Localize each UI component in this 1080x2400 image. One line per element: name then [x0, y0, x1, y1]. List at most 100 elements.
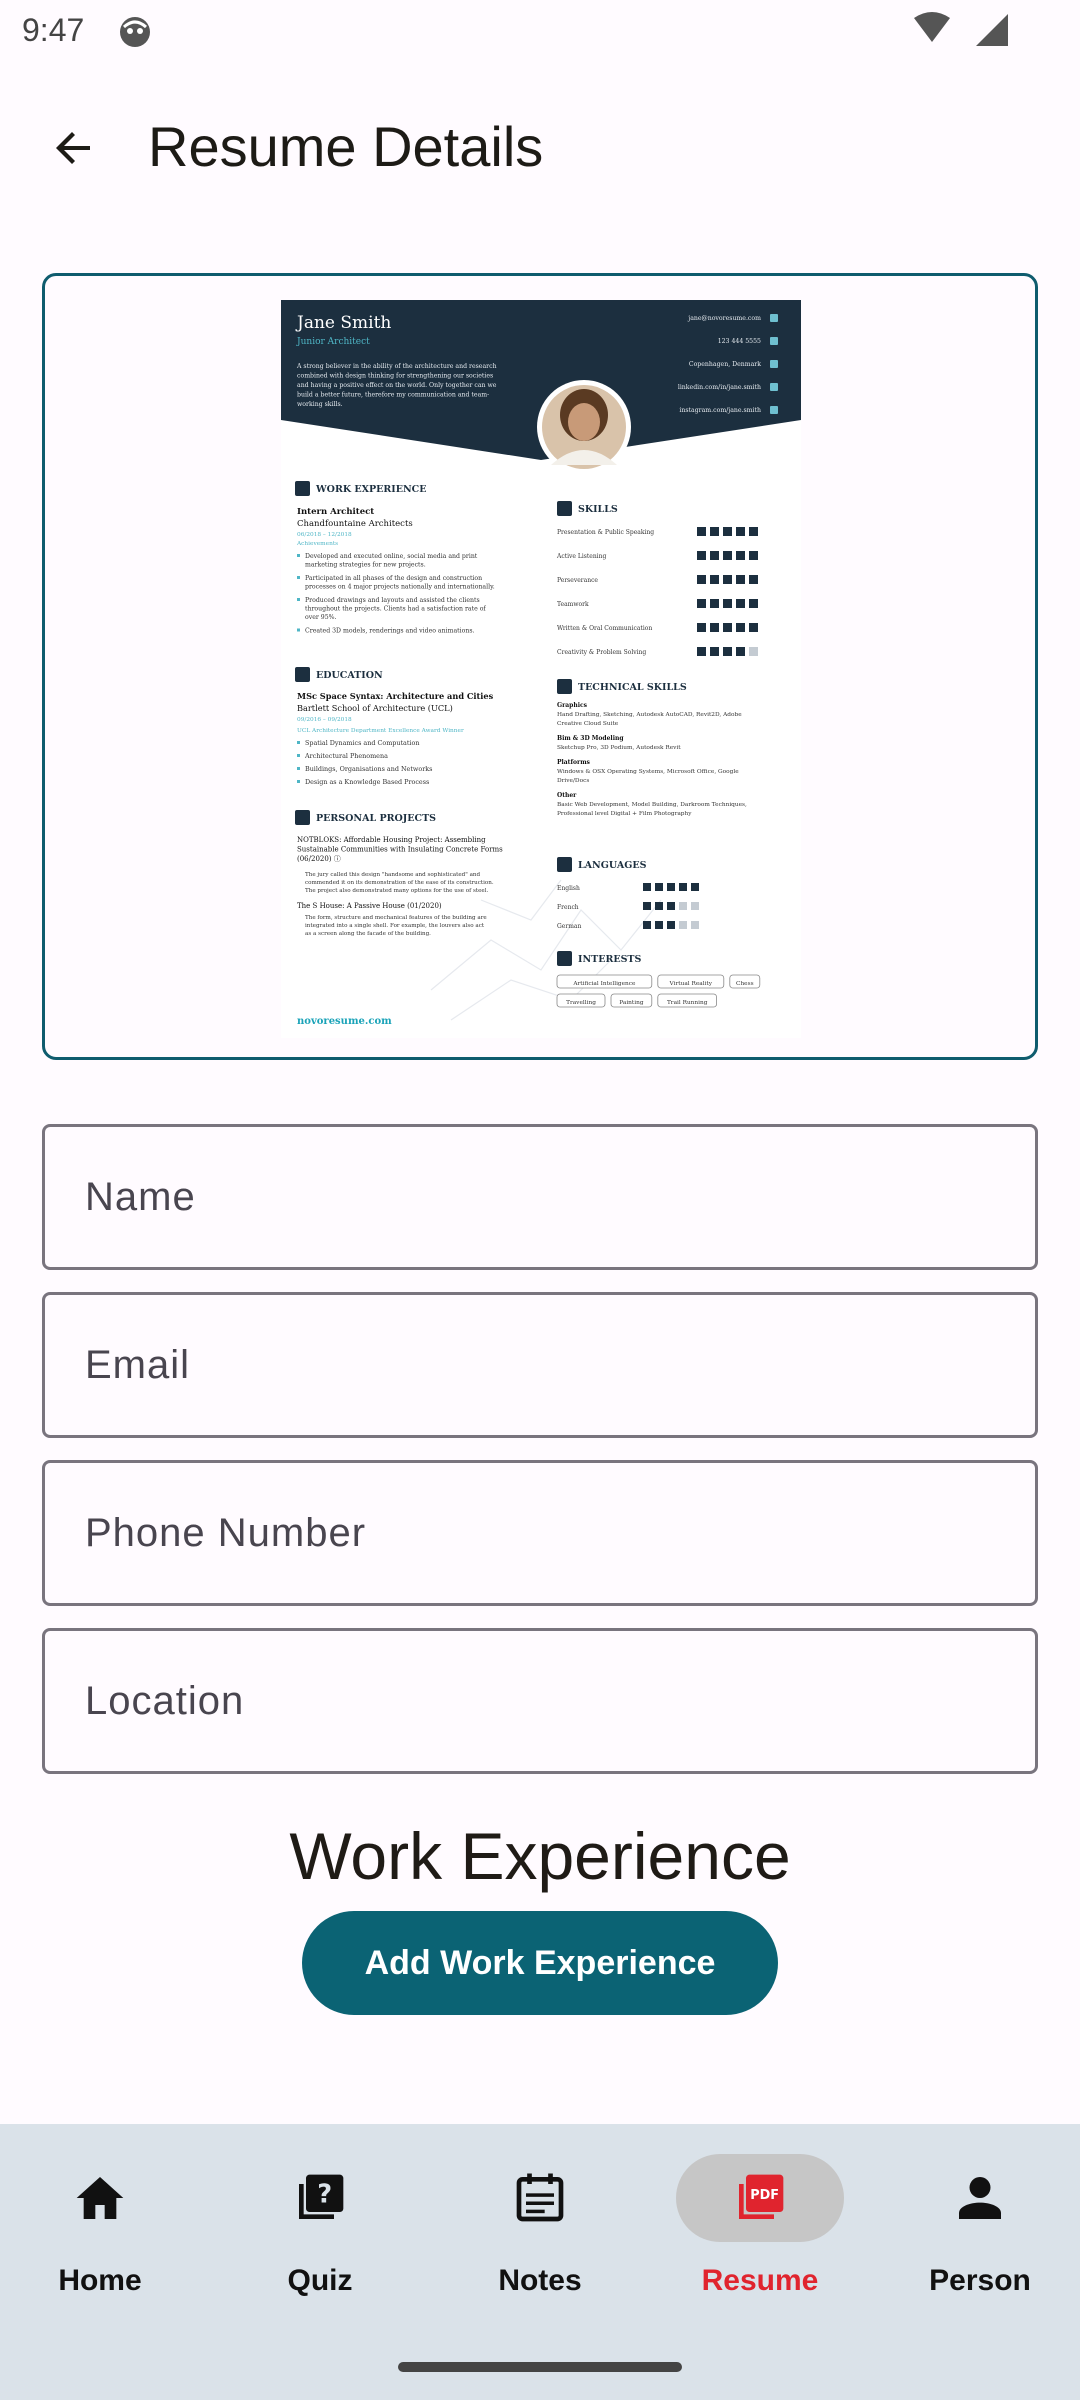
bullet — [297, 741, 300, 744]
skill-dot — [749, 599, 758, 608]
nav-item-person[interactable]: Person — [880, 2154, 1080, 2334]
resume-role: Junior Architect — [296, 337, 370, 347]
skill-dot — [710, 623, 719, 632]
resume-edu-bullet: Spatial Dynamics and Computation — [305, 739, 419, 747]
resume-tech-title: Graphics — [557, 702, 588, 709]
bullet — [297, 598, 300, 601]
resume-language-name: English — [557, 885, 580, 892]
person-icon — [959, 2177, 1001, 2219]
resume-tech-line: Windows & OSX Operating Systems, Microso… — [557, 769, 739, 775]
language-dot — [691, 902, 699, 910]
nav-item-quiz[interactable]: ? Quiz — [220, 2154, 420, 2334]
resume-edu-dates: 09/2016 – 09/2018 — [297, 717, 352, 723]
contact-icon — [770, 360, 778, 368]
skill-dot — [749, 575, 758, 584]
resume-work-bullet: Participated in all phases of the design… — [305, 575, 482, 582]
active-indicator: PDF — [676, 2154, 844, 2242]
phone-field[interactable] — [42, 1460, 1038, 1606]
resume-interest: Virtual Reality — [669, 981, 713, 987]
resume-work-bullet: Produced drawings and layouts and assist… — [305, 597, 480, 604]
svg-text:PDF: PDF — [750, 2188, 779, 2203]
nav-label-person: Person — [929, 2264, 1031, 2297]
resume-interest: Trail Running — [667, 1000, 708, 1006]
bullet — [297, 767, 300, 770]
resume-education-heading-icon — [295, 667, 310, 682]
resume-contact: instagram.com/jane.smith — [679, 407, 761, 414]
resume-tech-title: Platforms — [557, 759, 591, 766]
nav-item-notes[interactable]: Notes — [440, 2154, 640, 2334]
resume-work-sub: Achievements — [296, 541, 338, 547]
skill-dot — [736, 599, 745, 608]
resume-projects-heading-icon — [295, 810, 310, 825]
resume-edu-bullet: Buildings, Organisations and Networks — [305, 765, 432, 773]
skill-dot — [749, 551, 758, 560]
resume-tech-line: Hand Drafting, Sketching, Autodesk AutoC… — [557, 712, 742, 718]
resume-skill-name: Active Listening — [556, 553, 606, 560]
resume-interests-heading: INTERESTS — [578, 954, 642, 965]
skill-dot — [723, 599, 732, 608]
add-work-experience-button[interactable]: Add Work Experience — [302, 1911, 778, 2015]
skill-dot — [697, 551, 706, 560]
status-time: 9:47 — [22, 12, 85, 48]
skill-dot — [710, 599, 719, 608]
resume-template-preview: Jane Smith Junior Architect A strong belie… — [281, 300, 801, 1038]
location-input[interactable] — [45, 1631, 1035, 1771]
resume-brand: novoresume.com — [297, 1016, 392, 1027]
language-dot — [691, 883, 699, 891]
bullet — [297, 628, 300, 632]
resume-summary-line: combined with design thinking for streng… — [297, 373, 493, 380]
resume-language-name: French — [557, 904, 579, 911]
skill-dot — [723, 551, 732, 560]
signal-icons — [914, 12, 1008, 46]
resume-summary-line: A strong believer in the ability of the … — [296, 363, 497, 370]
resume-project-desc: as a screen along the facade of the buil… — [305, 931, 431, 937]
nav-item-resume[interactable]: PDF Resume — [660, 2154, 860, 2334]
skill-dot — [697, 623, 706, 632]
language-dot — [691, 921, 699, 929]
skill-dot — [736, 647, 745, 656]
resume-contact: 123 444 5555 — [718, 338, 761, 345]
resume-project-desc: The form, structure and mechanical featu… — [305, 915, 487, 921]
resume-edu-note: UCL Architecture Department Excellence A… — [297, 728, 464, 734]
resume-tech-line: Creative Cloud Suite — [557, 721, 619, 727]
resume-tech-line: Professional level Digital + Film Photog… — [557, 811, 692, 817]
resume-interest: Travelling — [566, 1000, 596, 1006]
home-icon — [76, 2177, 124, 2219]
skill-dot — [710, 551, 719, 560]
contact-icon — [770, 314, 778, 322]
skill-dot — [749, 527, 758, 536]
skill-dot — [736, 623, 745, 632]
location-field[interactable] — [42, 1628, 1038, 1774]
contact-icon — [770, 337, 778, 345]
language-dot — [667, 902, 675, 910]
resume-work-bullet: throughout the projects. Clients had a s… — [305, 606, 486, 613]
language-dot — [643, 883, 651, 891]
resume-summary-line: and having a positive effect on the worl… — [297, 382, 497, 389]
name-input[interactable] — [45, 1127, 1035, 1267]
resume-tech-line: Sketchup Pro, 3D Podium, Autodesk Revit — [557, 745, 681, 751]
phone-input[interactable] — [45, 1463, 1035, 1603]
nav-item-home[interactable]: Home — [0, 2154, 200, 2334]
home-gesture-bar[interactable] — [398, 2362, 682, 2372]
email-field[interactable] — [42, 1292, 1038, 1438]
resume-tech-heading: TECHNICAL SKILLS — [578, 682, 687, 693]
resume-languages-heading: LANGUAGES — [578, 860, 647, 871]
resume-contact: Copenhagen, Denmark — [689, 361, 761, 368]
back-button[interactable] — [36, 114, 112, 182]
contact-icon — [770, 383, 778, 391]
status-bar: 9:47 — [0, 0, 1080, 64]
quiz-icon: ? — [299, 2174, 344, 2219]
nav-label-notes: Notes — [498, 2264, 582, 2297]
skill-dot — [736, 575, 745, 584]
resume-tech-heading-icon — [557, 679, 572, 694]
resume-project-desc: integrated into a single shell. For exam… — [305, 923, 485, 929]
language-dot — [655, 902, 663, 910]
resume-language-name: German — [557, 923, 581, 930]
resume-template-card[interactable]: Jane Smith Junior Architect A strong belie… — [42, 273, 1038, 1060]
resume-contact: jane@novoresume.com — [687, 315, 761, 322]
name-field[interactable] — [42, 1124, 1038, 1270]
app-notification-icon — [120, 17, 150, 47]
bullet — [297, 754, 300, 757]
skill-dot — [736, 527, 745, 536]
email-input[interactable] — [45, 1295, 1035, 1435]
